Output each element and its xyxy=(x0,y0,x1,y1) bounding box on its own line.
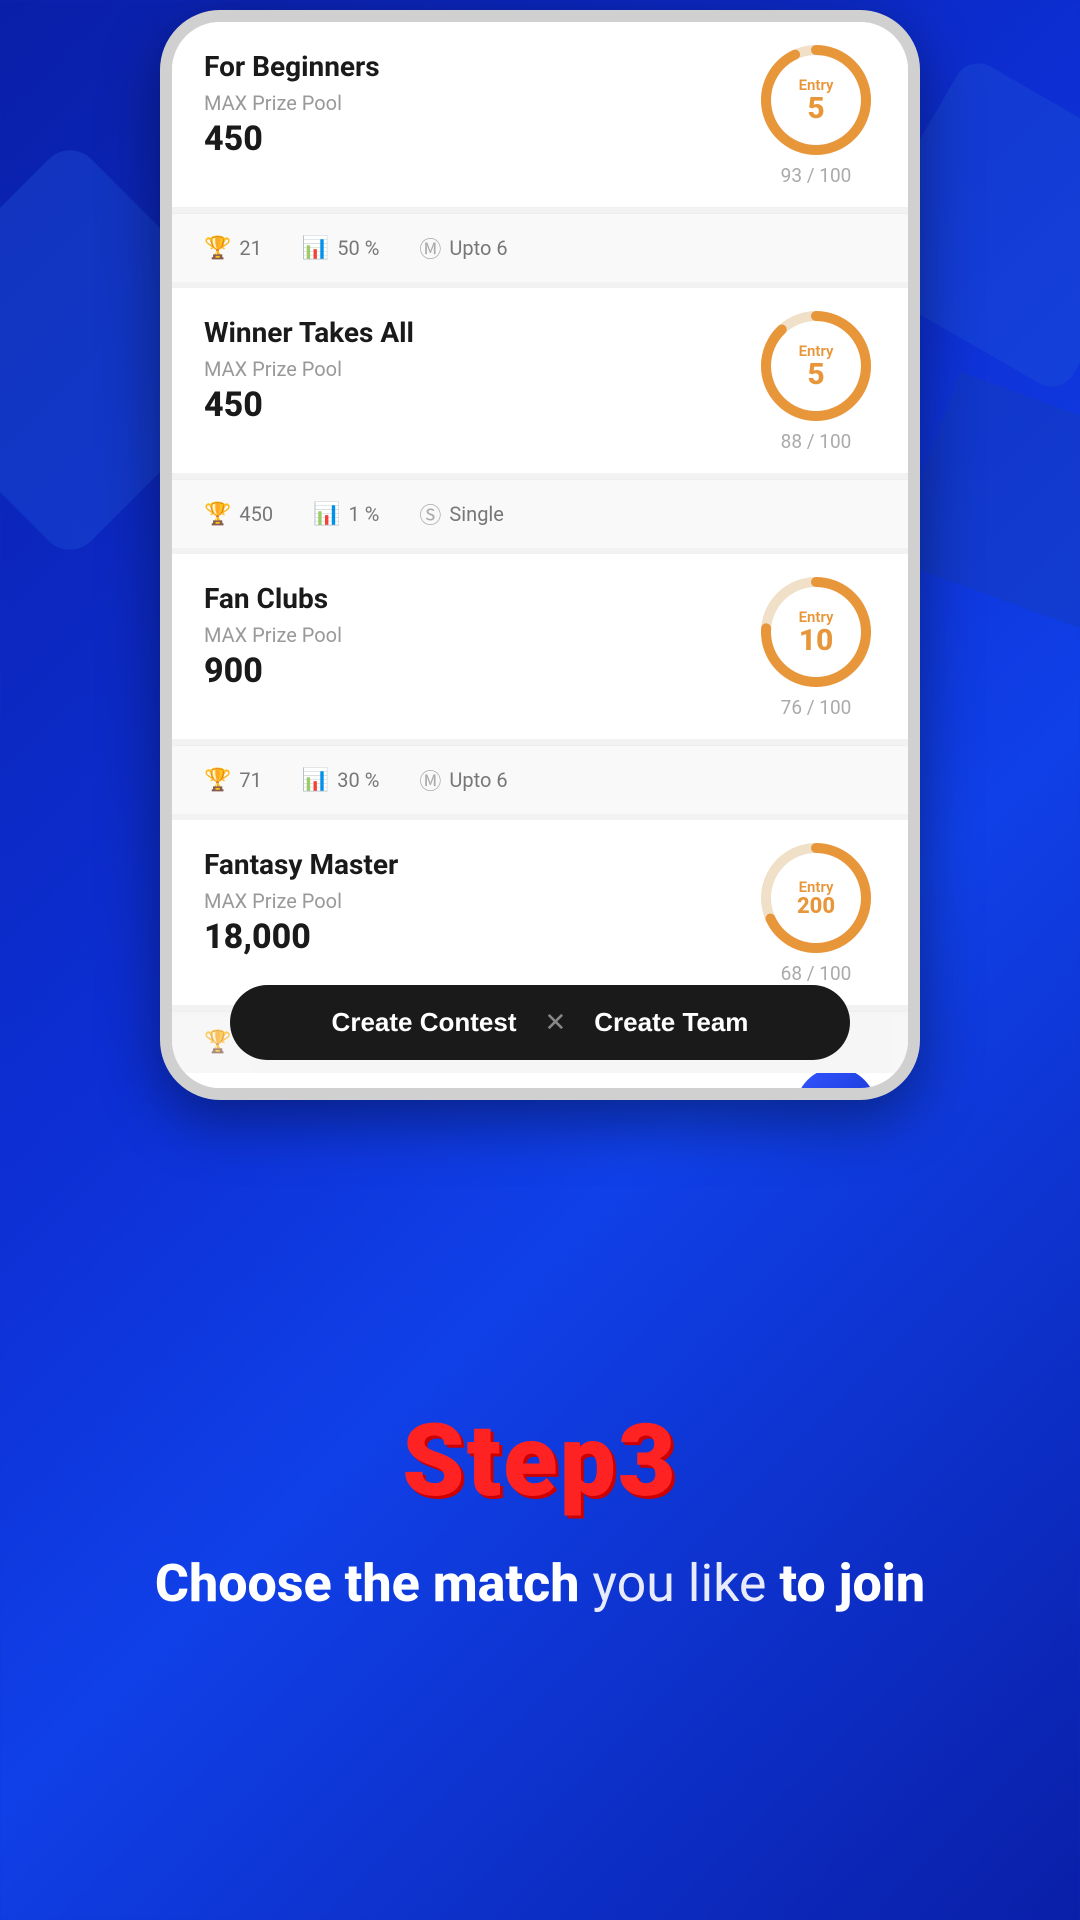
entry-value-beginners: 5 xyxy=(799,94,834,124)
step-subtitle: Choose the match you like to join xyxy=(155,1550,925,1618)
partial-next-card xyxy=(172,1073,908,1088)
stats-beginners: 🏆 21 📊 50 % Ⓜ Upto 6 xyxy=(172,213,908,282)
partial-avatar xyxy=(796,1073,876,1088)
action-divider: ✕ xyxy=(544,1008,566,1038)
entry-circle-beginners: Entry 5 93 / 100 xyxy=(756,40,876,187)
entry-progress-fantasy: 68 / 100 xyxy=(781,962,852,985)
stat-percent-1: 50 % xyxy=(337,236,379,260)
subtitle-you-like: you like xyxy=(579,1553,779,1614)
chart-icon-2: 📊 xyxy=(313,502,340,527)
pool-value-beginners: 450 xyxy=(204,119,756,159)
subtitle-to-join: to join xyxy=(779,1553,925,1614)
phone-device: For Beginners MAX Prize Pool 450 Entry xyxy=(160,10,920,1100)
multi-icon-3: Ⓜ xyxy=(419,764,441,796)
stat-percent-2: 1 % xyxy=(349,502,380,526)
contest-title-fanclubs: Fan Clubs xyxy=(204,582,756,615)
contest-card-winner[interactable]: Winner Takes All MAX Prize Pool 450 Entr… xyxy=(172,288,908,473)
pool-value-fantasy: 18,000 xyxy=(204,917,756,957)
step-title: Step3 xyxy=(402,1403,678,1520)
chart-icon-1: 📊 xyxy=(302,236,329,261)
contest-title-beginners: For Beginners xyxy=(204,50,756,83)
trophy-icon-1: 🏆 xyxy=(204,236,231,261)
trophy-icon-2: 🏆 xyxy=(204,502,231,527)
entry-progress-winner: 88 / 100 xyxy=(781,430,852,453)
stat-winners-1: 21 xyxy=(239,236,261,260)
pool-label-fantasy: MAX Prize Pool xyxy=(204,889,756,913)
entry-circle-fanclubs: Entry 10 76 / 100 xyxy=(756,572,876,719)
pool-label-beginners: MAX Prize Pool xyxy=(204,91,756,115)
stats-fanclubs: 🏆 71 📊 30 % Ⓜ Upto 6 xyxy=(172,745,908,814)
contest-card-fantasy[interactable]: Fantasy Master MAX Prize Pool 18,000 Ent… xyxy=(172,820,908,1005)
entry-progress-beginners: 93 / 100 xyxy=(781,164,852,187)
entry-circle-winner: Entry 5 88 / 100 xyxy=(756,306,876,453)
contest-card-fanclubs[interactable]: Fan Clubs MAX Prize Pool 900 Entry xyxy=(172,554,908,739)
create-team-button[interactable]: Create Team xyxy=(594,1007,748,1038)
pool-label-fanclubs: MAX Prize Pool xyxy=(204,623,756,647)
contest-title-winner: Winner Takes All xyxy=(204,316,756,349)
pool-value-fanclubs: 900 xyxy=(204,651,756,691)
contest-list: For Beginners MAX Prize Pool 450 Entry xyxy=(172,22,908,1073)
stat-team-3: Upto 6 xyxy=(449,768,507,792)
stats-winner: 🏆 450 📊 1 % Ⓢ Single xyxy=(172,479,908,548)
bottom-section: Step3 Choose the match you like to join xyxy=(0,1140,1080,1920)
trophy-icon-3: 🏆 xyxy=(204,768,231,793)
stat-team-1: Upto 6 xyxy=(449,236,507,260)
phone-screen: For Beginners MAX Prize Pool 450 Entry xyxy=(172,22,908,1088)
action-bar: Create Contest ✕ Create Team xyxy=(230,985,850,1060)
pool-label-winner: MAX Prize Pool xyxy=(204,357,756,381)
entry-circle-fantasy: Entry 200 68 / 100 xyxy=(756,838,876,985)
contest-title-fantasy: Fantasy Master xyxy=(204,848,756,881)
chart-icon-3: 📊 xyxy=(302,768,329,793)
single-icon-2: Ⓢ xyxy=(419,498,441,530)
stat-percent-3: 30 % xyxy=(337,768,379,792)
entry-value-fantasy: 200 xyxy=(797,896,835,918)
stat-winners-3: 71 xyxy=(239,768,261,792)
entry-value-fanclubs: 10 xyxy=(799,626,834,656)
subtitle-choose: Choose the match xyxy=(155,1553,580,1614)
stat-winners-2: 450 xyxy=(239,502,273,526)
entry-progress-fanclubs: 76 / 100 xyxy=(781,696,852,719)
pool-value-winner: 450 xyxy=(204,385,756,425)
trophy-icon-4: 🏆 xyxy=(204,1030,231,1055)
entry-value-winner: 5 xyxy=(799,360,834,390)
create-contest-button[interactable]: Create Contest xyxy=(332,1007,517,1038)
contest-card-beginners[interactable]: For Beginners MAX Prize Pool 450 Entry xyxy=(172,22,908,207)
stat-team-2: Single xyxy=(449,502,503,526)
multi-icon-1: Ⓜ xyxy=(419,232,441,264)
